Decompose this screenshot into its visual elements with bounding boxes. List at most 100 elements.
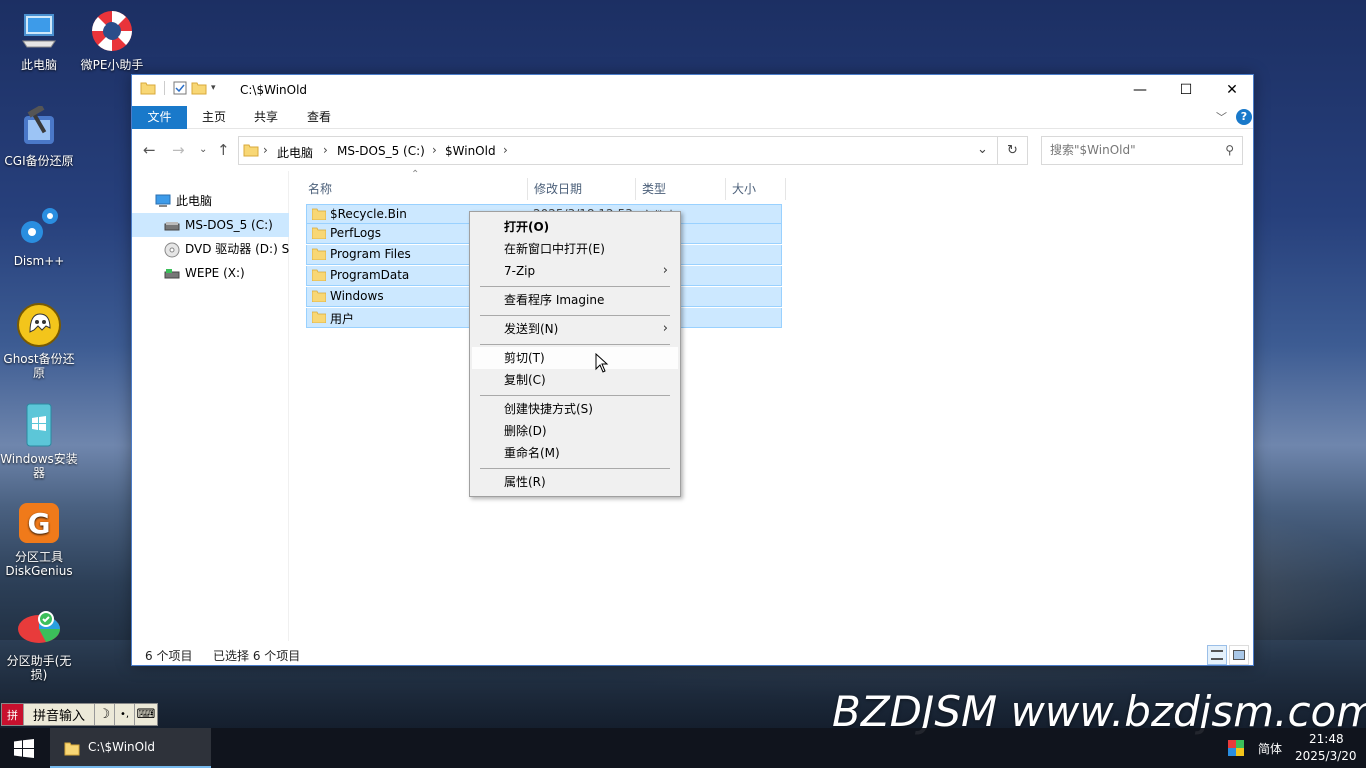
nav-item-label: MS-DOS_5 (C:) — [185, 218, 273, 232]
close-button[interactable]: ✕ — [1209, 75, 1255, 105]
menu-item-7zip[interactable]: 7-Zip › — [472, 260, 678, 282]
large-icons-view-button[interactable] — [1229, 645, 1249, 665]
breadcrumb-this-pc[interactable]: 此电脑 — [277, 144, 313, 161]
chevron-right-icon: › — [662, 321, 668, 336]
desktop-icon-dism[interactable]: Dism++ — [0, 204, 78, 268]
ghost-icon — [16, 302, 62, 348]
tab-home[interactable]: 主页 — [192, 106, 236, 129]
menu-item-label: 发送到(N) — [504, 322, 559, 336]
file-name: Program Files — [330, 247, 411, 261]
folder-icon — [243, 144, 259, 157]
menu-item-rename[interactable]: 重命名(M) — [472, 442, 678, 464]
address-dropdown-icon[interactable]: ⌄ — [977, 142, 988, 157]
desktop-icon-label: Windows安装器 — [0, 452, 78, 480]
menu-item-imagine[interactable]: 查看程序 Imagine — [472, 289, 678, 311]
new-folder-icon[interactable] — [191, 81, 207, 95]
menu-item-create-shortcut[interactable]: 创建快捷方式(S) — [472, 398, 678, 420]
help-icon[interactable]: ? — [1236, 109, 1252, 125]
svg-text:G: G — [28, 507, 51, 540]
search-input[interactable]: 搜索"$WinOld" ⚲ — [1041, 136, 1243, 165]
large-icons-view-icon — [1233, 650, 1245, 660]
window-title: C:\$WinOld — [240, 83, 308, 97]
menu-item-copy[interactable]: 复制(C) — [472, 369, 678, 391]
details-view-icon — [1211, 650, 1223, 660]
tab-view[interactable]: 查看 — [297, 106, 341, 129]
chevron-right-icon[interactable]: › — [323, 143, 328, 157]
column-header-date[interactable]: 修改日期 — [528, 178, 636, 200]
ime-mode-label[interactable]: 拼音输入 — [24, 704, 95, 725]
menu-separator — [480, 344, 670, 345]
desktop-icon-partition-assistant[interactable]: 分区助手(无损) — [0, 604, 78, 682]
chevron-right-icon[interactable]: › — [263, 143, 268, 157]
desktop-icon-ghost[interactable]: Ghost备份还原 — [0, 302, 78, 380]
column-header-size[interactable]: 大小 — [726, 178, 786, 200]
menu-separator — [480, 395, 670, 396]
search-placeholder: 搜索"$WinOld" — [1050, 143, 1136, 157]
desktop-icon-label: 微PE小助手 — [80, 58, 144, 72]
folder-icon — [312, 269, 326, 281]
nav-item-label: 此电脑 — [176, 194, 213, 208]
menu-item-open[interactable]: 打开(O) — [472, 216, 678, 238]
desktop-icon-label: CGI备份还原 — [4, 154, 74, 168]
address-bar[interactable]: › 此电脑 › MS-DOS_5 (C:) › $WinOld › ⌄ — [238, 136, 998, 165]
search-icon: ⚲ — [1225, 143, 1234, 157]
menu-item-delete[interactable]: 删除(D) — [472, 420, 678, 442]
taskbar-app-explorer[interactable]: C:\$WinOld — [50, 728, 211, 768]
file-name: ProgramData — [330, 268, 410, 282]
computer-icon — [155, 194, 171, 207]
tab-share[interactable]: 共享 — [244, 106, 288, 129]
folder-icon — [312, 227, 326, 239]
menu-item-send-to[interactable]: 发送到(N) › — [472, 318, 678, 340]
desktop-icon-cgi[interactable]: CGI备份还原 — [0, 104, 78, 168]
column-header-type[interactable]: 类型 — [636, 178, 726, 200]
start-button[interactable] — [14, 739, 34, 761]
chevron-right-icon[interactable]: › — [432, 143, 437, 157]
desktop-icon-diskgenius[interactable]: G 分区工具DiskGenius — [0, 500, 78, 578]
back-icon[interactable]: ← — [143, 141, 156, 159]
recent-locations-icon[interactable]: ⌄ — [199, 144, 207, 155]
properties-icon[interactable] — [173, 81, 187, 95]
up-icon[interactable]: ↑ — [217, 141, 230, 159]
partition-assistant-icon — [16, 604, 62, 650]
nav-item-dvd-drive[interactable]: DVD 驱动器 (D:) SI — [132, 237, 289, 261]
clock-date[interactable]: 2025/3/20 — [1295, 749, 1357, 763]
chevron-right-icon[interactable]: › — [503, 143, 508, 157]
explorer-window: ▾ C:\$WinOld — ☐ ✕ 文件 主页 共享 查看 ﹀ ? ← → ⌄… — [131, 74, 1254, 666]
breadcrumb-winold[interactable]: $WinOld — [445, 144, 496, 158]
maximize-button[interactable]: ☐ — [1163, 75, 1209, 105]
menu-item-open-new-window[interactable]: 在新窗口中打开(E) — [472, 238, 678, 260]
computer-icon — [16, 8, 62, 54]
maximize-icon: ☐ — [1179, 82, 1193, 98]
folder-icon — [312, 311, 326, 323]
folder-icon — [64, 742, 80, 756]
desktop-icon-label: 分区工具DiskGenius — [5, 550, 73, 578]
menu-item-properties[interactable]: 属性(R) — [472, 471, 678, 493]
title-bar: ▾ C:\$WinOld — ☐ ✕ — [132, 75, 1253, 106]
desktop-icon-this-pc[interactable]: 此电脑 — [0, 8, 78, 72]
soft-keyboard-icon[interactable]: ⌨ — [135, 704, 157, 725]
column-header-name[interactable]: 名称 — [302, 178, 528, 200]
expand-ribbon-icon[interactable]: ﹀ — [1216, 109, 1227, 125]
refresh-button[interactable]: ↻ — [998, 136, 1028, 165]
menu-item-cut[interactable]: 剪切(T) — [472, 347, 678, 369]
nav-item-wepe[interactable]: WEPE (X:) — [132, 261, 289, 285]
desktop-icon-pe-helper[interactable]: 微PE小助手 — [73, 8, 151, 72]
punctuation-icon[interactable]: •, — [115, 704, 135, 725]
tab-file[interactable]: 文件 — [132, 106, 187, 129]
color-icon[interactable] — [1228, 740, 1244, 756]
input-language[interactable]: 简体 — [1258, 740, 1282, 757]
details-view-button[interactable] — [1207, 645, 1227, 665]
desktop-icon-windows-installer[interactable]: Windows安装器 — [0, 402, 78, 480]
forward-icon[interactable]: → — [172, 141, 185, 159]
breadcrumb-drive-c[interactable]: MS-DOS_5 (C:) — [337, 144, 425, 158]
desktop-icon-label: Dism++ — [13, 254, 65, 268]
half-width-icon[interactable]: ☽ — [95, 704, 115, 725]
nav-item-drive-c[interactable]: MS-DOS_5 (C:) — [132, 213, 289, 237]
ime-logo-icon[interactable]: 拼 — [2, 704, 24, 725]
taskbar-app-label: C:\$WinOld — [88, 740, 156, 754]
menu-item-label: 7-Zip — [504, 264, 536, 278]
nav-item-this-pc[interactable]: 此电脑 — [132, 189, 289, 213]
minimize-button[interactable]: — — [1117, 75, 1163, 105]
customize-toolbar-icon[interactable]: ▾ — [211, 83, 216, 93]
clock-time[interactable]: 21:48 — [1309, 732, 1344, 746]
